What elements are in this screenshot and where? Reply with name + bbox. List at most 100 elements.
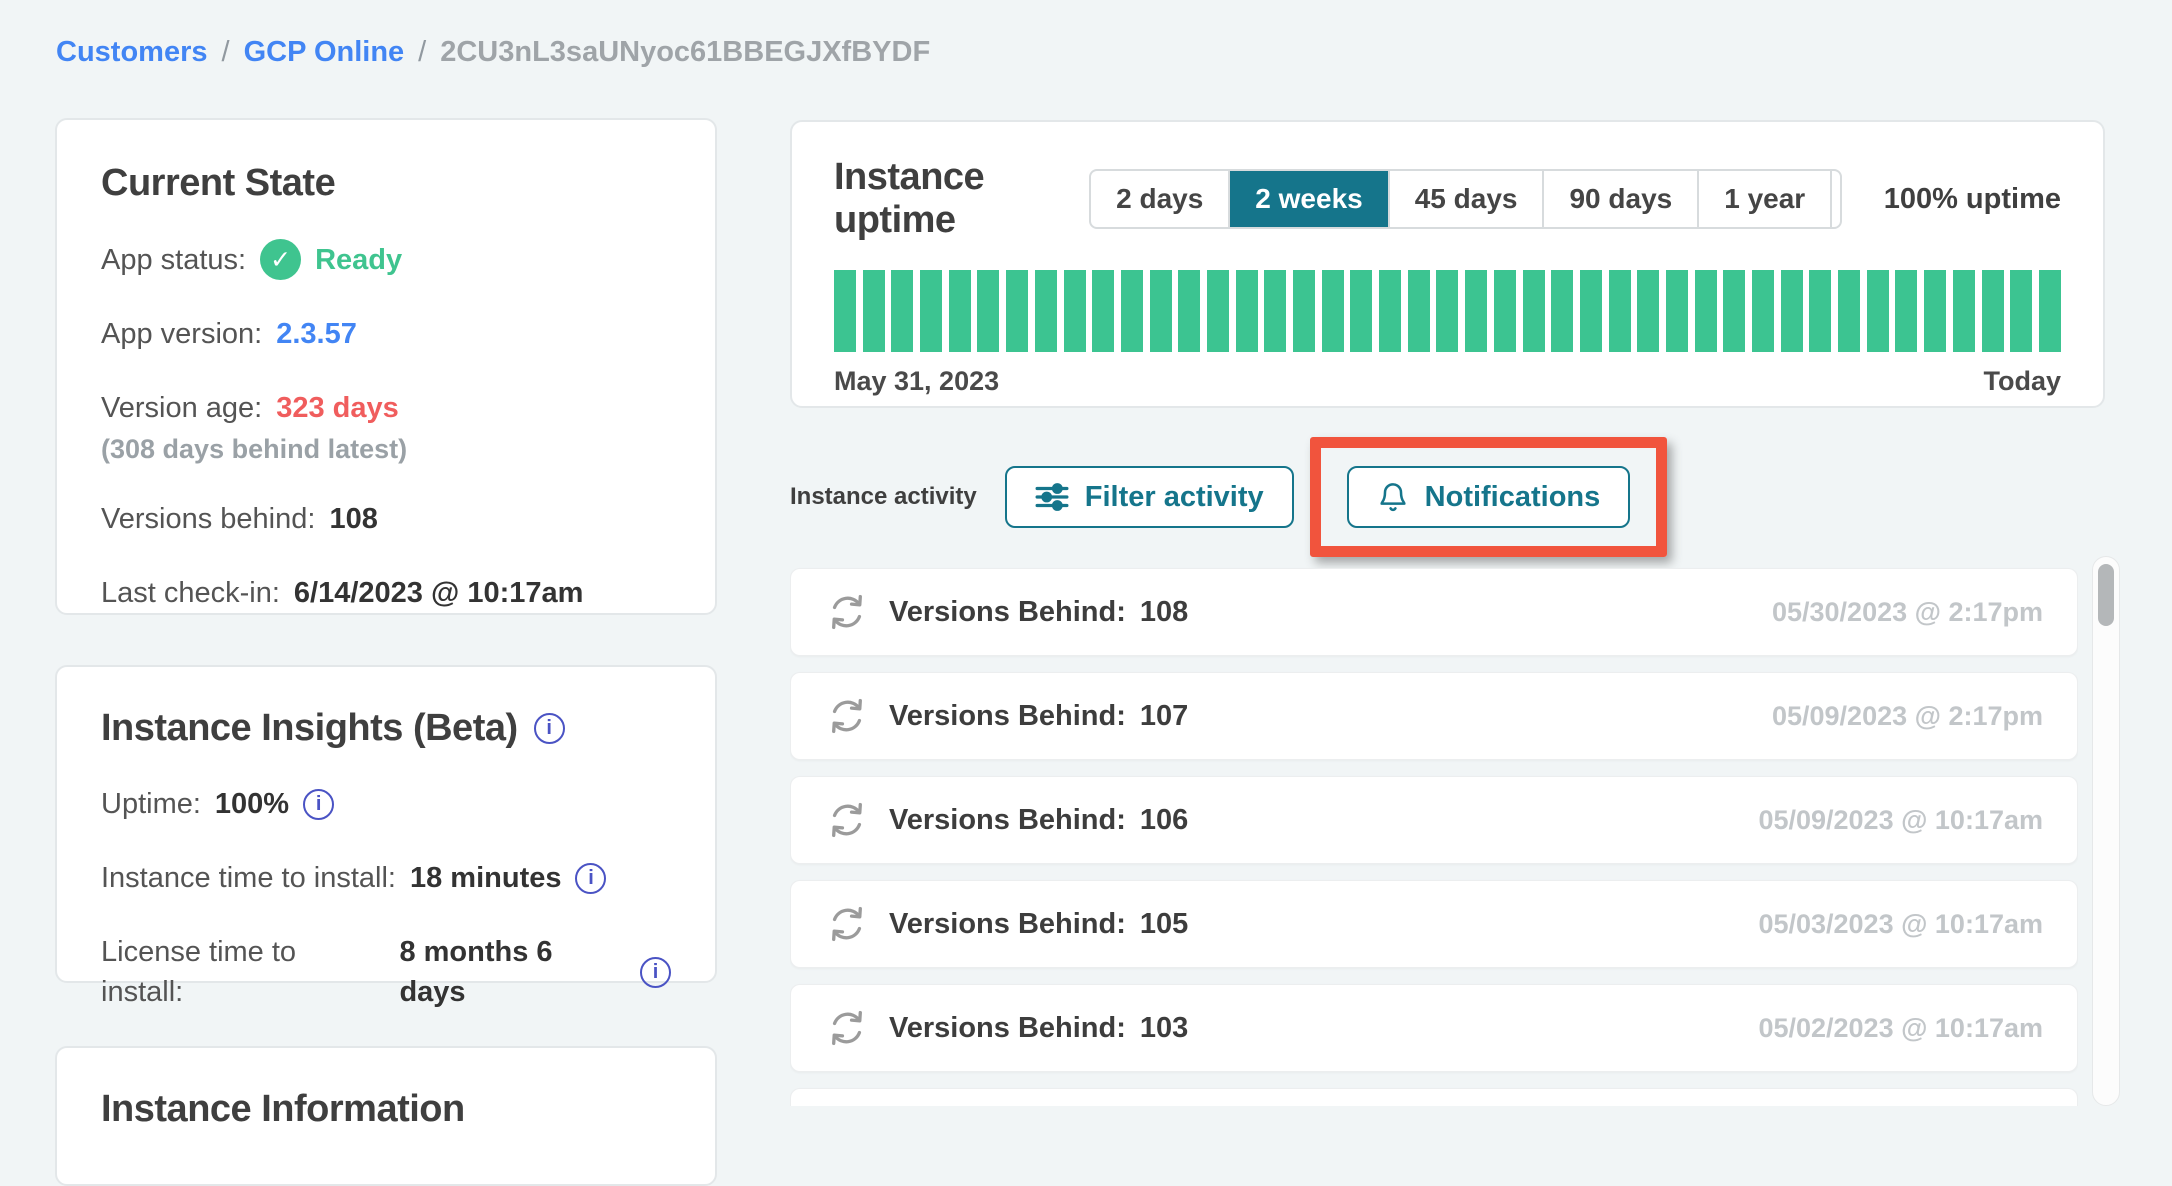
info-icon[interactable]: i bbox=[303, 789, 334, 820]
instance-activity-header: Instance activity Filter activity Notifi… bbox=[790, 437, 1667, 557]
activity-row: Versions Behind: 103 05/02/2023 @ 10:17a… bbox=[790, 984, 2078, 1072]
uptime-bar bbox=[834, 270, 856, 352]
activity-list[interactable]: Versions Behind: 108 05/30/2023 @ 2:17pm… bbox=[790, 556, 2078, 1106]
last-checkin-value: 6/14/2023 @ 10:17am bbox=[294, 573, 584, 613]
versions-behind-row: Versions behind: 108 bbox=[101, 499, 671, 539]
activity-row-partial bbox=[790, 1088, 2078, 1106]
refresh-icon bbox=[825, 695, 869, 737]
range-1-year[interactable]: 1 year bbox=[1697, 171, 1830, 227]
range-45-days[interactable]: 45 days bbox=[1388, 171, 1543, 227]
activity-row: Versions Behind: 108 05/30/2023 @ 2:17pm bbox=[790, 568, 2078, 656]
annotation-highlight-box: Notifications bbox=[1310, 437, 1668, 557]
filter-activity-button[interactable]: Filter activity bbox=[1005, 466, 1294, 528]
uptime-bar bbox=[1666, 270, 1688, 352]
uptime-bar bbox=[1379, 270, 1401, 352]
uptime-bar bbox=[1580, 270, 1602, 352]
license-install-time-label: License time to install: bbox=[101, 932, 385, 1012]
bell-icon bbox=[1377, 480, 1409, 514]
range-90-days[interactable]: 90 days bbox=[1542, 171, 1697, 227]
uptime-bar bbox=[863, 270, 885, 352]
uptime-bar bbox=[2039, 270, 2061, 352]
range-2-weeks[interactable]: 2 weeks bbox=[1228, 171, 1387, 227]
uptime-bar bbox=[1838, 270, 1860, 352]
app-status-row: App status: ✓ Ready bbox=[101, 239, 671, 280]
activity-scrollbar[interactable] bbox=[2092, 556, 2120, 1106]
uptime-bar bbox=[1723, 270, 1745, 352]
refresh-icon bbox=[825, 1007, 869, 1049]
uptime-bar bbox=[949, 270, 971, 352]
activity-row-label: Versions Behind: bbox=[889, 908, 1126, 941]
notifications-label: Notifications bbox=[1425, 481, 1601, 514]
activity-row-timestamp: 05/09/2023 @ 10:17am bbox=[1758, 805, 2043, 836]
uptime-label: Uptime: bbox=[101, 784, 201, 824]
instance-information-card: Instance Information bbox=[55, 1046, 717, 1186]
check-circle-icon: ✓ bbox=[260, 239, 301, 280]
range-2-days[interactable]: 2 days bbox=[1091, 171, 1228, 227]
instance-install-time-label: Instance time to install: bbox=[101, 858, 396, 898]
uptime-bar bbox=[977, 270, 999, 352]
uptime-bar bbox=[1809, 270, 1831, 352]
uptime-bar bbox=[1322, 270, 1344, 352]
license-install-time-value: 8 months 6 days bbox=[399, 932, 626, 1012]
last-checkin-row: Last check-in: 6/14/2023 @ 10:17am bbox=[101, 573, 671, 613]
activity-row-value: 105 bbox=[1140, 908, 1188, 941]
version-age-value: 323 days bbox=[276, 388, 399, 428]
license-install-time-row: License time to install: 8 months 6 days… bbox=[101, 932, 671, 1012]
activity-row-label: Versions Behind: bbox=[889, 596, 1126, 629]
version-age-note: (308 days behind latest) bbox=[101, 434, 671, 465]
uptime-bar bbox=[1695, 270, 1717, 352]
activity-row-value: 108 bbox=[1140, 596, 1188, 629]
activity-row: Versions Behind: 106 05/09/2023 @ 10:17a… bbox=[790, 776, 2078, 864]
chart-end-date: Today bbox=[1983, 366, 2061, 397]
range-all[interactable]: All bbox=[1830, 171, 1842, 227]
uptime-range-selector: 2 days 2 weeks 45 days 90 days 1 year Al… bbox=[1089, 169, 1842, 229]
breadcrumb-customer-name[interactable]: GCP Online bbox=[244, 36, 405, 69]
activity-row-value: 107 bbox=[1140, 700, 1188, 733]
uptime-bar bbox=[920, 270, 942, 352]
breadcrumb-separator: / bbox=[418, 36, 426, 69]
instance-install-time-row: Instance time to install: 18 minutes i bbox=[101, 858, 671, 898]
activity-row-value: 106 bbox=[1140, 804, 1188, 837]
uptime-bar bbox=[1006, 270, 1028, 352]
uptime-bar bbox=[1293, 270, 1315, 352]
activity-row-label: Versions Behind: bbox=[889, 700, 1126, 733]
uptime-bar bbox=[1264, 270, 1286, 352]
info-icon[interactable]: i bbox=[575, 863, 606, 894]
instance-activity-title: Instance activity bbox=[790, 483, 977, 511]
activity-row-label: Versions Behind: bbox=[889, 1012, 1126, 1045]
uptime-bar bbox=[1867, 270, 1889, 352]
activity-row-timestamp: 05/03/2023 @ 10:17am bbox=[1758, 909, 2043, 940]
uptime-bar bbox=[1350, 270, 1372, 352]
uptime-bar bbox=[1523, 270, 1545, 352]
refresh-icon bbox=[825, 591, 869, 633]
app-version-value[interactable]: 2.3.57 bbox=[276, 314, 357, 354]
info-icon[interactable]: i bbox=[534, 713, 565, 744]
breadcrumb-customers[interactable]: Customers bbox=[56, 36, 208, 69]
instance-insights-title: Instance Insights (Beta) bbox=[101, 707, 518, 750]
activity-row: Versions Behind: 105 05/03/2023 @ 10:17a… bbox=[790, 880, 2078, 968]
app-version-label: App version: bbox=[101, 314, 262, 354]
scrollbar-thumb[interactable] bbox=[2098, 564, 2114, 626]
uptime-bar bbox=[1982, 270, 2004, 352]
uptime-bar bbox=[1494, 270, 1516, 352]
refresh-icon bbox=[825, 903, 869, 945]
uptime-bar bbox=[1436, 270, 1458, 352]
activity-row-timestamp: 05/30/2023 @ 2:17pm bbox=[1772, 597, 2043, 628]
version-age-label: Version age: bbox=[101, 388, 262, 428]
uptime-bar bbox=[1609, 270, 1631, 352]
uptime-bar bbox=[1781, 270, 1803, 352]
versions-behind-label: Versions behind: bbox=[101, 499, 315, 539]
notifications-button[interactable]: Notifications bbox=[1347, 466, 1631, 528]
uptime-percentage: 100% uptime bbox=[1884, 183, 2061, 216]
instance-information-title: Instance Information bbox=[101, 1088, 671, 1131]
activity-row-label: Versions Behind: bbox=[889, 804, 1126, 837]
uptime-bar bbox=[1236, 270, 1258, 352]
uptime-bar bbox=[1924, 270, 1946, 352]
instance-uptime-title: Instance uptime bbox=[834, 156, 1089, 242]
instance-install-time-value: 18 minutes bbox=[410, 858, 562, 898]
activity-row-timestamp: 05/02/2023 @ 10:17am bbox=[1758, 1013, 2043, 1044]
uptime-bar bbox=[891, 270, 913, 352]
info-icon[interactable]: i bbox=[640, 957, 671, 988]
app-version-row: App version: 2.3.57 bbox=[101, 314, 671, 354]
breadcrumb-instance-id: 2CU3nL3saUNyoc61BBEGJXfBYDF bbox=[440, 36, 930, 69]
